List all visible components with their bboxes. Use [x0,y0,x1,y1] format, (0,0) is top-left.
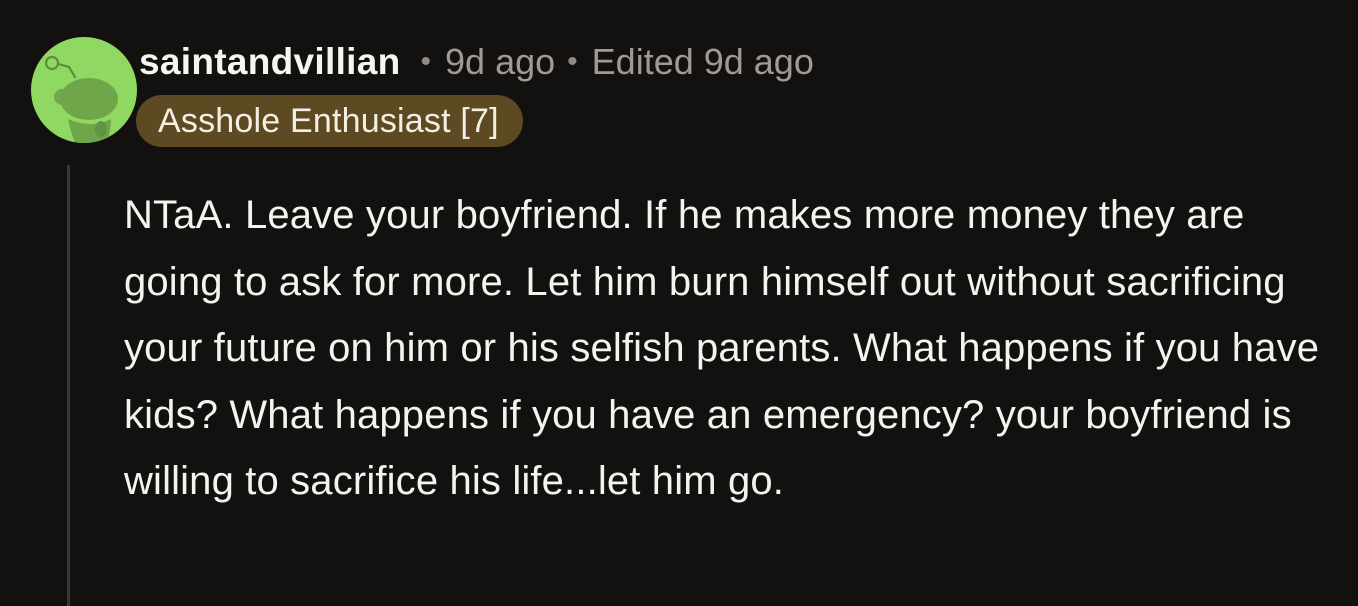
comment-body: NTaA. Leave your boyfriend. If he makes … [124,193,1320,503]
comment: saintandvillian • 9d ago • Edited 9d ago… [0,0,1358,606]
comment-meta: saintandvillian • 9d ago • Edited 9d ago [139,38,814,86]
edited-label: Edited 9d ago [591,41,814,82]
username[interactable]: saintandvillian [139,41,401,83]
separator-dot: • [567,45,578,78]
user-flair-text: Asshole Enthusiast [7] [158,101,499,140]
snoo-avatar-icon [44,55,118,143]
thread-line[interactable] [67,165,70,606]
user-flair: Asshole Enthusiast [7] [136,95,523,147]
separator-dot: • [420,45,432,78]
timestamp[interactable]: 9d ago [445,41,555,83]
avatar[interactable] [31,37,137,143]
